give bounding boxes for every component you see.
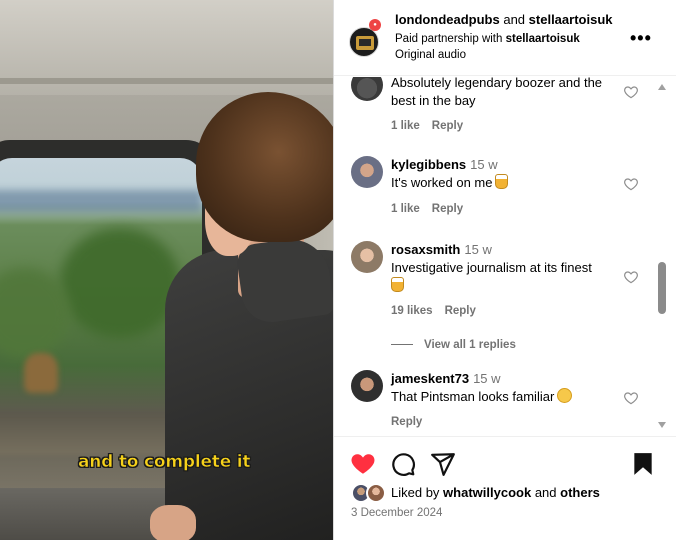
reel-video[interactable]: and to complete it xyxy=(0,0,333,540)
post-sidebar: ● londondeadpubs and stellaartoisuk Paid… xyxy=(333,0,676,540)
username-text[interactable]: kylegibbens xyxy=(391,157,466,172)
author-link[interactable]: londondeadpubs xyxy=(395,12,500,27)
comment-text-body: Investigative journalism at its finest xyxy=(391,260,592,275)
liked-by-text: Liked by whatwillycook and others xyxy=(391,485,600,500)
pub-sign-graphic xyxy=(359,39,371,46)
comment-text: That Pintsman looks familiar xyxy=(391,388,617,406)
heart-outline-icon[interactable] xyxy=(623,269,639,285)
comment-username[interactable]: kylegibbens 15 w xyxy=(391,157,498,172)
view-replies-button[interactable]: View all 1 replies xyxy=(391,339,516,351)
comment-avatar[interactable] xyxy=(351,241,383,273)
paper-plane-icon[interactable] xyxy=(430,451,456,477)
comment-bubble-icon[interactable] xyxy=(390,451,416,477)
partner-link[interactable]: stellaartoisuk xyxy=(506,33,580,45)
comment-meta: 19 likes Reply xyxy=(391,305,476,317)
bookmark-filled-icon[interactable] xyxy=(630,451,656,477)
video-caption: and to complete it xyxy=(78,452,251,473)
comment-age: 15 w xyxy=(464,242,492,257)
distant-horizon xyxy=(0,190,202,212)
deer-blur xyxy=(24,353,58,393)
heart-filled-icon[interactable] xyxy=(350,451,376,477)
liker-username-link[interactable]: whatwillycook xyxy=(443,485,531,500)
reply-button[interactable]: Reply xyxy=(432,203,463,215)
beer-mug-emoji-icon xyxy=(495,174,509,189)
comment-username[interactable]: jameskent73 15 w xyxy=(391,371,501,386)
person-hair xyxy=(196,92,333,242)
liker-avatar[interactable] xyxy=(366,483,386,503)
ceiling-strip xyxy=(0,78,333,84)
person-hand xyxy=(150,505,196,540)
ellipsis-icon[interactable]: ••• xyxy=(630,28,652,49)
comment-text: Investigative journalism at its finest xyxy=(391,259,617,295)
heart-outline-icon[interactable] xyxy=(623,84,639,100)
comment-age: 15 w xyxy=(473,371,501,386)
audio-link[interactable]: Original audio xyxy=(395,49,466,61)
face-with-monocle-emoji-icon xyxy=(557,388,573,403)
heart-outline-icon[interactable] xyxy=(623,176,639,192)
username-text[interactable]: jameskent73 xyxy=(391,371,469,386)
comment-likes[interactable]: 1 like xyxy=(391,120,420,132)
scrollbar-thumb[interactable] xyxy=(658,262,666,314)
comment-list: Absolutely legendary boozer and the best… xyxy=(334,77,676,435)
post-header: ● londondeadpubs and stellaartoisuk Paid… xyxy=(334,0,676,76)
comment-text-body: That Pintsman looks familiar xyxy=(391,389,555,404)
heart-outline-icon[interactable] xyxy=(623,390,639,406)
collaborator-link[interactable]: stellaartoisuk xyxy=(529,12,613,27)
comment-meta: 1 like Reply xyxy=(391,120,463,132)
liked-by-connector: and xyxy=(534,485,557,500)
reply-button[interactable]: Reply xyxy=(391,416,422,428)
tree-blur xyxy=(60,228,180,338)
paid-partnership-label: Paid partnership with stellaartoisuk xyxy=(395,33,580,45)
comment-meta: 1 like Reply xyxy=(391,203,463,215)
scroll-up-arrow-icon[interactable] xyxy=(658,84,666,90)
avatar-badge-icon: ● xyxy=(369,19,381,31)
comment-likes[interactable]: 19 likes xyxy=(391,305,433,317)
comment-avatar[interactable] xyxy=(351,156,383,188)
comment-meta: Reply xyxy=(391,416,422,428)
comment-likes[interactable]: 1 like xyxy=(391,203,420,215)
username-text[interactable]: rosaxsmith xyxy=(391,242,460,257)
comment-username[interactable]: rosaxsmith 15 w xyxy=(391,242,492,257)
comment-age: 15 w xyxy=(470,157,498,172)
comment-avatar[interactable] xyxy=(351,370,383,402)
comment-text: Absolutely legendary boozer and the best… xyxy=(391,77,603,108)
authors-connector: and xyxy=(503,12,526,27)
author-avatar[interactable] xyxy=(349,27,379,57)
post-date[interactable]: 3 December 2024 xyxy=(351,507,442,519)
comment-text-body: It's worked on me xyxy=(391,175,493,190)
scroll-down-arrow-icon[interactable] xyxy=(658,422,666,428)
reply-button[interactable]: Reply xyxy=(445,305,476,317)
beer-mug-emoji-icon xyxy=(391,277,404,292)
liked-by-prefix: Liked by xyxy=(391,485,440,500)
comment-text: It's worked on me xyxy=(391,174,617,192)
reply-button[interactable]: Reply xyxy=(432,120,463,132)
comment-avatar[interactable] xyxy=(351,77,383,101)
partnership-prefix: Paid partnership with xyxy=(395,33,503,45)
others-link[interactable]: others xyxy=(560,485,600,500)
post-actions: Liked by whatwillycook and others 3 Dece… xyxy=(334,436,676,540)
post-authors: londondeadpubs and stellaartoisuk xyxy=(395,12,613,27)
